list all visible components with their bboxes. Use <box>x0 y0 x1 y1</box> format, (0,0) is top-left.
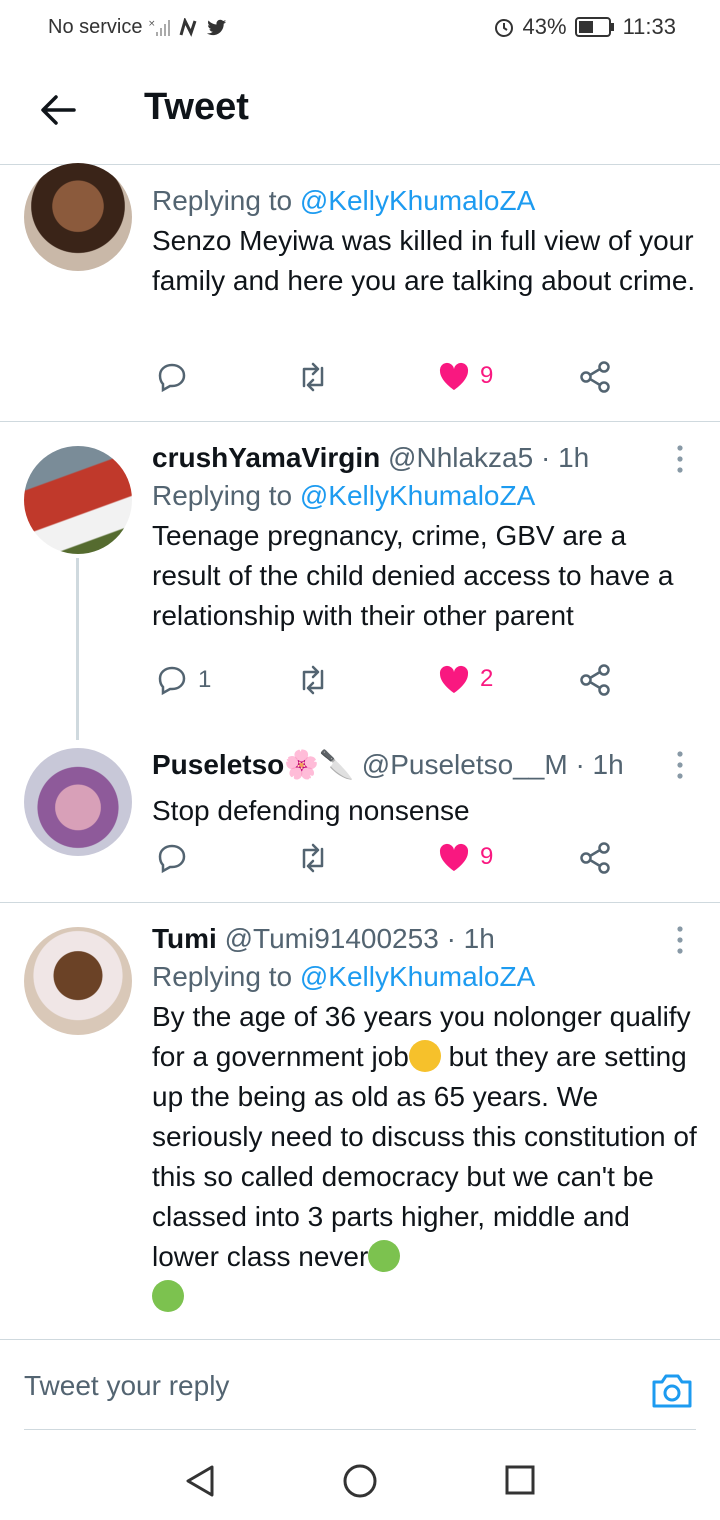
reply-icon <box>158 363 186 393</box>
more-options-icon[interactable] <box>676 750 684 780</box>
camera-icon[interactable] <box>650 1370 694 1410</box>
tweet-author-line: crushYamaVirgin @Nhlakza5 · 1h <box>152 442 702 474</box>
share-icon <box>580 361 610 393</box>
vomiting-face-emoji <box>152 1280 184 1312</box>
like-button[interactable]: 9 <box>438 361 493 391</box>
thread-connector <box>76 558 79 740</box>
more-options-icon[interactable] <box>676 444 684 474</box>
handle[interactable]: @Puseletso__M <box>362 749 568 780</box>
no-signal-icon: × <box>148 19 171 36</box>
reply-count: 1 <box>198 666 212 693</box>
thinking-face-emoji <box>408 1040 441 1072</box>
like-button[interactable]: 9 <box>438 842 493 872</box>
like-button[interactable]: 2 <box>438 664 493 694</box>
alarm-icon <box>494 19 513 37</box>
share-button[interactable] <box>578 664 612 696</box>
page-title: Tweet <box>144 86 249 128</box>
tweet-author-line: Puseletso🌸🔪 @Puseletso__M · 1h <box>152 748 702 781</box>
tweet-2[interactable]: crushYamaVirgin @Nhlakza5 · 1h Replying … <box>0 422 720 740</box>
nav-recents-icon[interactable] <box>504 1464 536 1496</box>
more-options-icon[interactable] <box>676 925 684 955</box>
reply-icon <box>158 844 186 874</box>
name-emojis: 🌸🔪 <box>284 749 355 780</box>
reply-context: Replying to @KellyKhumaloZA <box>152 961 536 992</box>
like-count: 9 <box>480 362 494 389</box>
avatar[interactable] <box>24 163 132 271</box>
battery-percent: 43% <box>522 14 567 39</box>
heart-filled-icon <box>439 843 469 871</box>
reply-context: Replying to @KellyKhumaloZA <box>152 185 536 216</box>
retweet-icon <box>302 362 324 392</box>
reply-context: Replying to @KellyKhumaloZA <box>152 480 536 511</box>
display-name[interactable]: Puseletso <box>152 749 284 780</box>
vomiting-face-emoji <box>368 1240 401 1272</box>
twitter-notification-icon <box>207 19 227 35</box>
nav-back-icon[interactable] <box>184 1464 216 1498</box>
heart-filled-icon <box>439 362 469 390</box>
handle[interactable]: @Tumi91400253 <box>225 923 439 954</box>
heart-filled-icon <box>439 665 469 693</box>
reply-icon <box>158 666 186 696</box>
mention-link[interactable]: @KellyKhumaloZA <box>300 185 535 216</box>
action-bar: 9 <box>152 361 632 401</box>
share-button[interactable] <box>578 361 612 393</box>
battery-icon <box>574 17 614 37</box>
timestamp: · 1h <box>540 442 590 473</box>
nav-home-icon[interactable] <box>342 1463 378 1499</box>
timestamp: · 1h <box>575 749 624 780</box>
carrier-label: No service <box>48 16 143 38</box>
system-nav-bar <box>0 1430 720 1520</box>
svg-text:×: × <box>148 19 156 29</box>
like-count: 9 <box>480 843 494 870</box>
status-bar: No service × 43% 11:33 <box>0 0 720 56</box>
like-count: 2 <box>480 665 494 692</box>
avatar[interactable] <box>24 927 132 1035</box>
app-bar: Tweet <box>0 56 720 164</box>
mention-link[interactable]: @KellyKhumaloZA <box>300 480 535 511</box>
handle[interactable]: @Nhlakza5 <box>388 442 533 473</box>
tweet-1[interactable]: Replying to @KellyKhumaloZA Senzo Meyiwa… <box>0 163 720 421</box>
share-icon <box>580 664 610 696</box>
back-arrow-icon[interactable] <box>34 86 82 134</box>
retweet-icon <box>302 843 324 873</box>
avatar[interactable] <box>24 748 132 856</box>
tweet-3[interactable]: Puseletso🌸🔪 @Puseletso__M · 1h Stop defe… <box>0 732 720 902</box>
share-icon <box>580 842 610 874</box>
tweet-text: Senzo Meyiwa was killed in full view of … <box>152 225 696 296</box>
timestamp: · 1h <box>446 923 495 954</box>
nfc-icon <box>180 17 197 37</box>
tweet-text: Teenage pregnancy, crime, GBV are a resu… <box>152 520 674 631</box>
avatar[interactable] <box>24 446 132 554</box>
tweet-author-line: Tumi @Tumi91400253 · 1h <box>152 923 702 955</box>
retweet-icon <box>302 665 324 695</box>
display-name[interactable]: Tumi <box>152 923 217 954</box>
reply-button[interactable] <box>156 842 198 874</box>
share-button[interactable] <box>578 842 612 874</box>
retweet-button[interactable] <box>296 842 330 874</box>
retweet-button[interactable] <box>296 664 330 696</box>
clock: 11:33 <box>622 14 676 39</box>
reply-composer[interactable]: Tweet your reply <box>0 1340 720 1430</box>
tweet-text: By the age of 36 years you nolonger qual… <box>152 997 702 1317</box>
reply-input[interactable]: Tweet your reply <box>24 1370 229 1402</box>
action-bar: 9 <box>152 842 632 882</box>
retweet-button[interactable] <box>296 361 330 393</box>
mention-link[interactable]: @KellyKhumaloZA <box>300 961 535 992</box>
reply-button[interactable]: 1 <box>156 664 211 696</box>
tweet-4[interactable]: Tumi @Tumi91400253 · 1h Replying to @Kel… <box>0 903 720 1339</box>
action-bar: 1 2 <box>152 664 632 704</box>
display-name[interactable]: crushYamaVirgin <box>152 442 380 473</box>
tweet-text: Stop defending nonsense <box>152 795 470 826</box>
reply-button[interactable] <box>156 361 198 393</box>
